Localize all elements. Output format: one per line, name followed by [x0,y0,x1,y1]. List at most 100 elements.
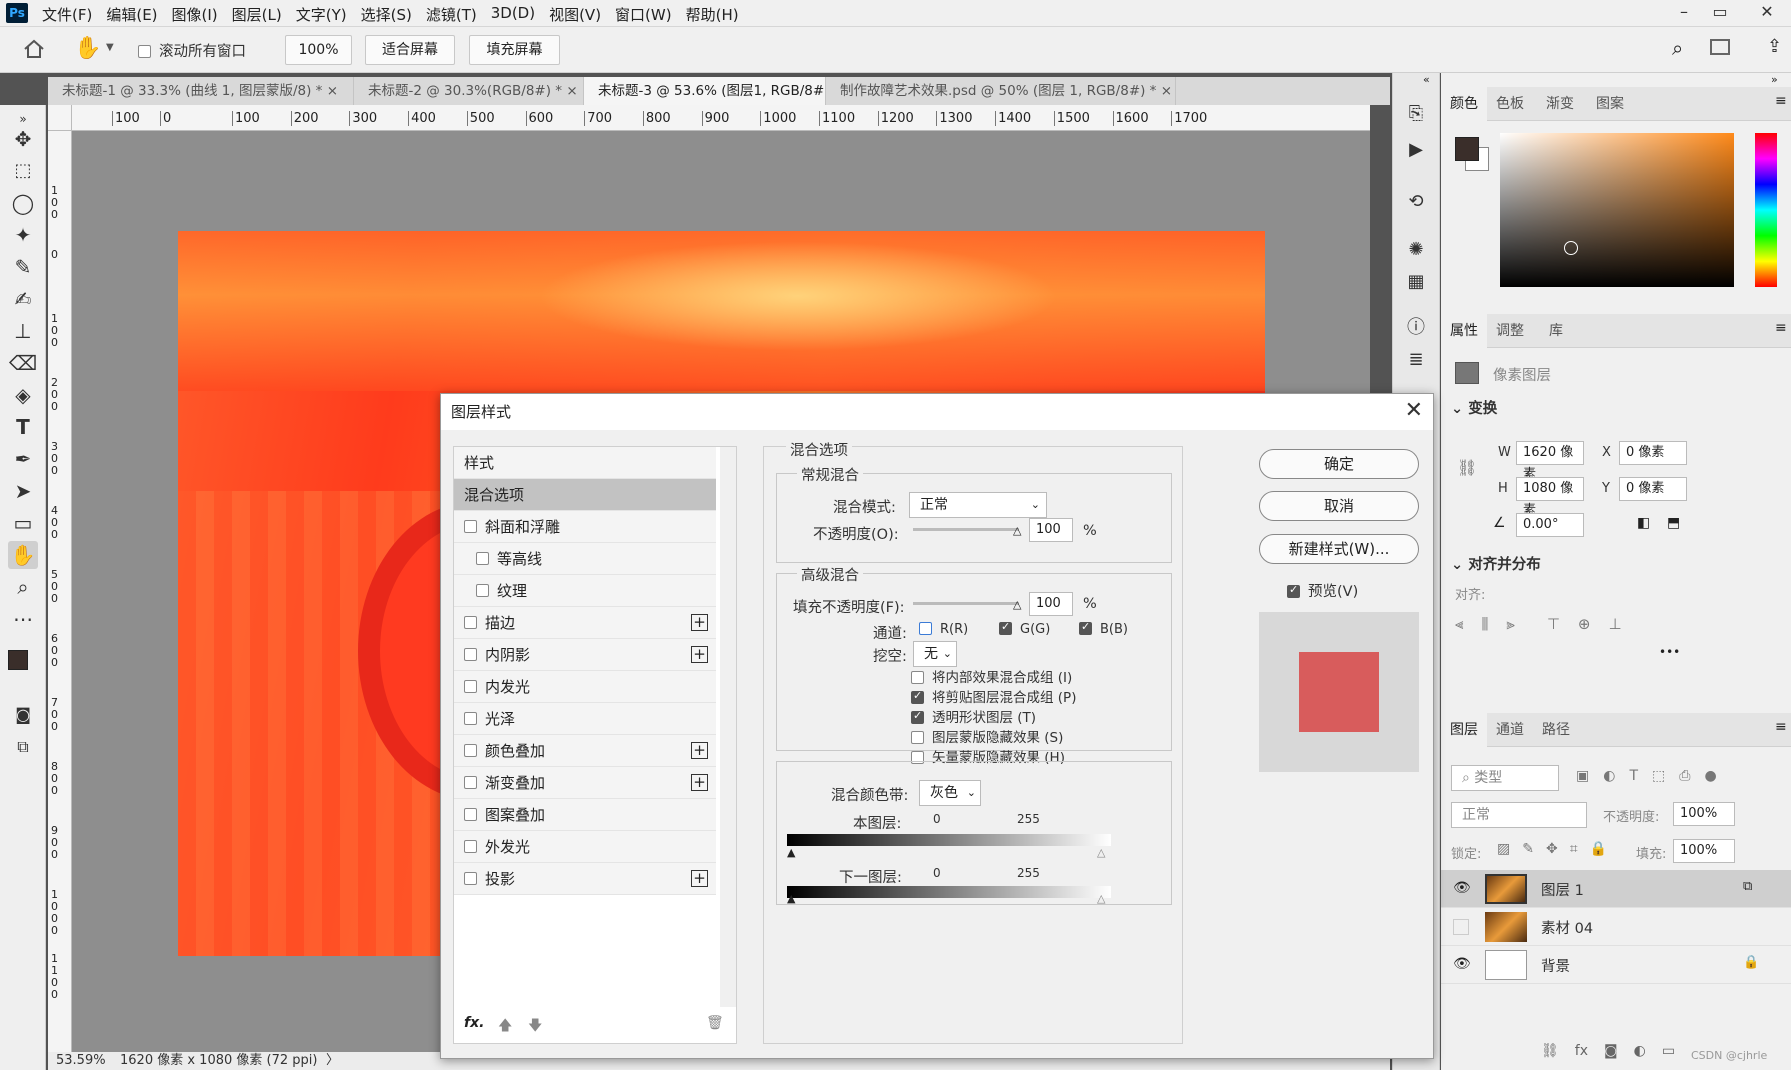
style-item[interactable]: 描边 + [454,607,716,639]
channel-g[interactable]: G(G) [999,620,1050,637]
style-item[interactable]: 混合选项 [454,479,716,511]
style-item-checkbox[interactable] [464,808,477,821]
style-item[interactable]: 外发光 [454,831,716,863]
opt-blend-clipped-checkbox[interactable] [911,689,924,704]
lock-position-icon[interactable]: ✥ [1546,841,1558,857]
styles-header[interactable]: 样式 [454,447,716,479]
flip-vertical-icon[interactable]: ⬒ [1667,515,1680,531]
move-down-icon[interactable]: 🡇 [528,1015,542,1039]
layer-row-2[interactable]: 素材 04 [1441,908,1791,946]
opt-blend-interior[interactable]: 将内部效果混合成组 (I) [911,666,1072,686]
hue-slider[interactable] [1755,133,1777,287]
style-item-checkbox[interactable] [464,840,477,853]
brush-tool-icon[interactable]: ✍ [8,285,38,313]
lock-artboard-icon[interactable]: ⌗ [1570,841,1578,857]
scroll-all-windows[interactable]: 滚动所有窗口 [138,40,246,61]
info-icon[interactable]: ⓘ [1403,313,1429,339]
style-item-checkbox[interactable] [464,616,477,629]
align-left-icon[interactable]: ⫷ [1455,615,1463,633]
fill-screen-button[interactable]: 填充屏幕 [469,35,560,65]
cancel-button[interactable]: 取消 [1259,491,1419,521]
opacity-slider[interactable] [913,528,1019,531]
type-tool-icon[interactable]: T [8,413,38,441]
eye-icon[interactable]: 👁 [1453,956,1471,972]
styles-scrollbar[interactable] [720,447,736,1007]
channel-b-checkbox[interactable] [1079,620,1092,635]
path-select-icon[interactable]: ➤ [8,477,38,505]
menu-edit[interactable]: 编辑(E) [106,4,157,25]
menu-layer[interactable]: 图层(L) [232,4,282,25]
style-item[interactable]: 颜色叠加 + [454,735,716,767]
tab-properties[interactable]: 属性 [1441,314,1487,348]
link-layers-icon[interactable]: ⛓ [1541,1043,1559,1059]
align-vcenter-icon[interactable]: ⊕ [1578,615,1591,633]
menu-3d[interactable]: 3D(D) [491,4,535,25]
style-item-checkbox[interactable] [464,776,477,789]
quick-mask-icon[interactable]: ◙ [8,701,38,729]
opacity-field[interactable]: 100 [1029,518,1073,542]
layer-row-3[interactable]: 👁 背景 🔒 [1441,946,1791,984]
status-zoom[interactable]: 53.59% [56,1052,106,1070]
window-close-button[interactable]: ✕ [1750,0,1784,26]
style-item[interactable]: 等高线 [454,543,716,575]
lock-paint-icon[interactable]: ✎ [1522,841,1534,857]
tool-preset-chevron-icon[interactable]: ▼ [106,42,114,53]
angle-field[interactable]: 0.00° [1516,513,1584,537]
add-fx-button[interactable]: fx. [464,1015,484,1031]
share-icon[interactable]: ⇪ [1767,36,1782,57]
style-item-checkbox[interactable] [464,648,477,661]
actions-play-icon[interactable]: ▶ [1403,139,1429,165]
scroll-all-checkbox[interactable] [138,44,151,58]
style-item[interactable]: 纹理 [454,575,716,607]
stamp-tool-icon[interactable]: ⊥ [8,317,38,345]
paragraph-icon[interactable]: ≣ [1403,349,1429,375]
style-item[interactable]: 内阴影 + [454,639,716,671]
visibility-off-box[interactable] [1453,919,1469,935]
fill-opacity-field[interactable]: 100 [1029,592,1073,616]
status-arrow-icon[interactable]: 〉 [326,1052,339,1070]
blend-if-select[interactable]: 灰色 ⌄ [919,780,981,806]
x-field[interactable]: 0 像素 [1619,441,1687,465]
channel-r-checkbox[interactable] [919,622,932,635]
channel-b[interactable]: B(B) [1079,620,1128,637]
shape-tool-icon[interactable]: ▭ [8,509,38,537]
align-hcenter-icon[interactable]: ⫼ [1481,615,1488,633]
style-item-checkbox[interactable] [464,872,477,885]
this-layer-white-slider[interactable]: △ [1097,846,1105,859]
add-instance-icon[interactable]: + [691,774,708,791]
zoom-tool-icon[interactable]: ⌕ [8,573,38,601]
menu-window[interactable]: 窗口(W) [615,4,672,25]
opt-transparency-checkbox[interactable] [911,709,924,724]
filter-adjust-icon[interactable]: ◐ [1603,768,1615,784]
add-instance-icon[interactable]: + [691,614,708,631]
preview-checkbox[interactable] [1287,583,1300,598]
trash-icon[interactable]: 🗑 [706,1015,724,1031]
color-picker-circle[interactable] [1564,241,1578,255]
this-layer-gradient[interactable] [787,834,1111,846]
tab-patterns[interactable]: 图案 [1587,87,1633,121]
tab-doc-4[interactable]: 制作故障艺术效果.psd @ 50% (图层 1, RGB/8#) * × [826,77,1176,105]
style-item[interactable]: 渐变叠加 + [454,767,716,799]
blend-mode-select[interactable]: 正常 ⌄ [909,492,1047,518]
screen-mode-icon[interactable]: ⧉ [8,733,38,761]
fill-field[interactable]: 100% [1673,839,1735,863]
adjustment-layer-icon[interactable]: ◐ [1634,1043,1646,1059]
channel-r[interactable]: R(R) [919,622,968,637]
this-layer-black-slider[interactable]: ▲ [787,846,795,859]
filter-smart-icon[interactable]: ⎙ [1679,768,1690,784]
workspace-icon[interactable] [1710,39,1730,55]
hand-tool-icon[interactable]: ✋ [74,36,101,61]
magic-wand-icon[interactable]: ✦ [8,221,38,249]
minimize-button[interactable]: – [1667,0,1701,26]
fg-color-chip[interactable] [1455,137,1479,161]
move-tool-icon[interactable]: ✥ [8,125,38,153]
fx-icon[interactable]: fx [1575,1043,1588,1059]
fill-opacity-slider-thumb[interactable]: △ [1013,598,1021,611]
properties-menu-icon[interactable]: ≡ [1775,320,1787,336]
style-item[interactable]: 光泽 [454,703,716,735]
tab-libraries[interactable]: 库 [1533,314,1579,348]
height-field[interactable]: 1080 像素 [1516,477,1584,518]
opt-layer-mask-checkbox[interactable] [911,730,924,744]
color-panel-menu-icon[interactable]: ≡ [1775,93,1787,109]
tab-adjustments[interactable]: 调整 [1487,314,1533,348]
